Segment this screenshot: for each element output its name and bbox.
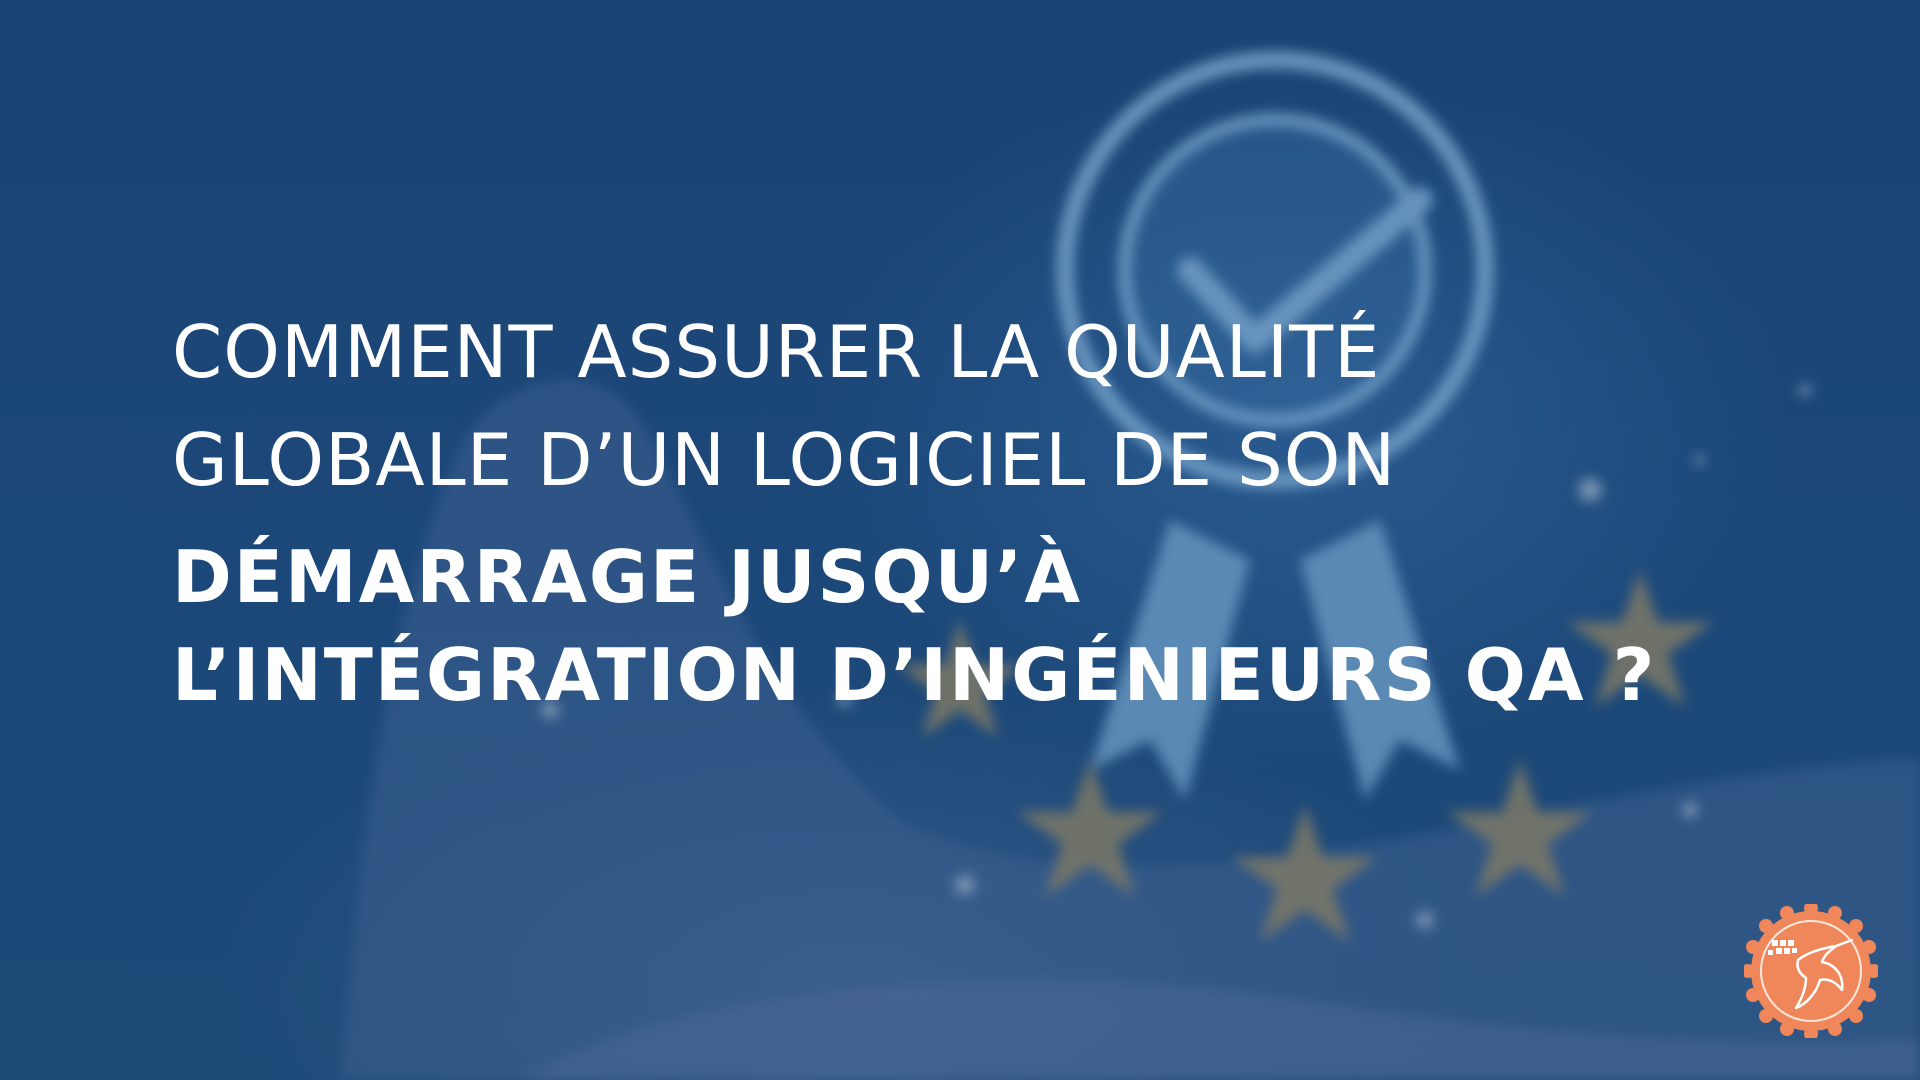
headline-line-4: L’INTÉGRATION D’INGÉNIEURS QA ?: [172, 633, 1657, 717]
hummingbird-logo-icon: [1744, 904, 1878, 1038]
hero-banner: COMMENT ASSURER LA QUALITÉ GLOBALE D’UN …: [0, 0, 1920, 1080]
headline-line-2: GLOBALE D’UN LOGICIEL DE SON: [172, 418, 1397, 502]
headline-line-1: COMMENT ASSURER LA QUALITÉ: [172, 310, 1381, 394]
headline-line-3: DÉMARRAGE JUSQU’À: [172, 535, 1083, 619]
headline: COMMENT ASSURER LA QUALITÉ GLOBALE D’UN …: [172, 298, 1772, 724]
